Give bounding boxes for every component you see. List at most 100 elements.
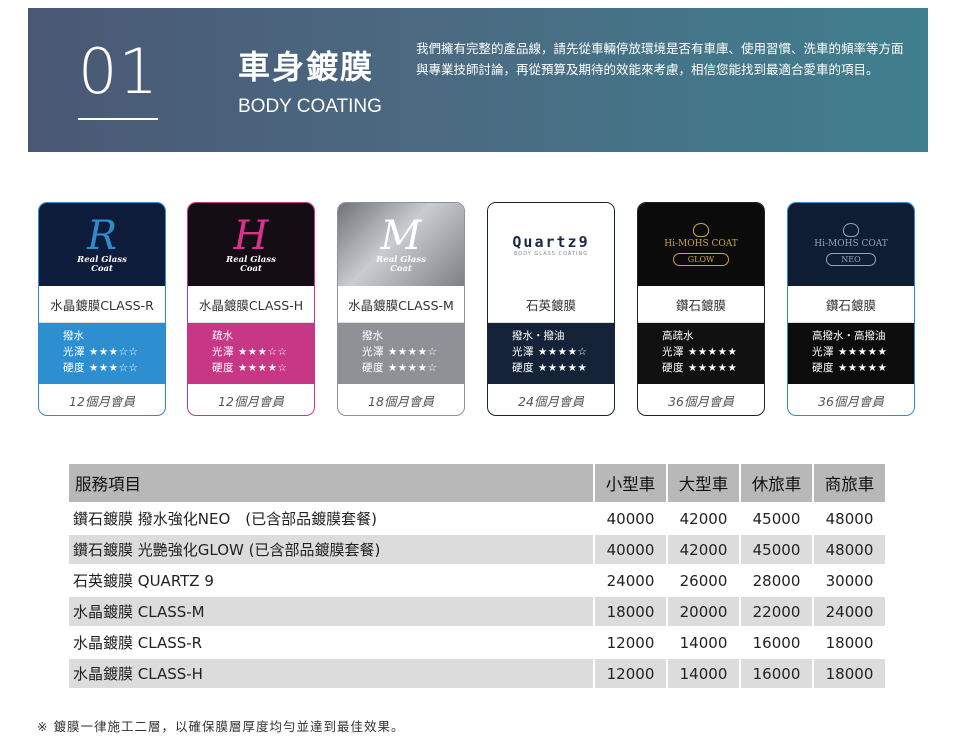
product-name: 鑽石鍍膜 [638,286,764,323]
section-title-en: BODY COATING [238,96,382,117]
spec-hardness: 硬度 ★★★☆☆ [63,362,139,374]
spec-property: 高疏水 [662,330,694,342]
header-large-car: 大型車 [668,464,739,502]
membership-label: 36個月會員 [818,394,884,409]
header-banner: 01 車身鍍膜 BODY COATING 我們擁有完整的產品線，請先從車輛停放環… [28,8,928,152]
logo-text: NEO [826,253,876,266]
logo-text-coat: Coat [91,263,113,274]
product-logo: H Real Glass Coat [188,203,314,286]
logo-text-coat: Coat [240,263,262,274]
product-cards: R Real Glass Coat 水晶鍍膜CLASS-R 撥水光澤 ★★★☆☆ 硬度 ★… [38,202,918,416]
table-row: 石英鍍膜 QUARTZ 9 24000 26000 28000 30000 [69,566,885,595]
price-cell: 45000 [741,504,812,533]
logo-mark: Quartz9 [512,232,590,251]
price-cell: 42000 [668,504,739,533]
product-card[interactable]: Hi-MOHS COAT GLOW 鑽石鍍膜高疏水光澤 ★★★★★ 硬度 ★★★★★ 3… [637,202,765,416]
logo-mark: H [233,212,269,259]
logo-mark: R [86,212,118,259]
product-card[interactable]: Quartz9 BODY GLASS COATING 石英鍍膜 撥水・撥油 光澤 ★★★… [487,202,615,416]
product-name: 水晶鍍膜CLASS-M [338,286,464,323]
section-title-zh: 車身鍍膜 [238,48,375,86]
spec-gloss: 光澤 ★★★☆☆ [63,346,139,358]
product-card[interactable]: Hi-MOHS COAT NEO 鑽石鍍膜高撥水・高撥油 光澤 ★★★★★ 硬度 ★★★… [787,202,915,416]
product-logo: Quartz9 BODY GLASS COATING [488,203,614,286]
price-cell: 48000 [814,535,885,564]
spec-hardness: 硬度 ★★★★☆ [362,362,438,374]
logo-mark: Hi-MOHS COAT [664,239,738,249]
logo-text-coat: Coat [390,263,412,274]
price-cell: 16000 [741,659,812,688]
price-table: 服務項目 小型車 大型車 休旅車 商旅車 鑽石鍍膜 撥水強化NEO (已含部品鍍… [67,462,887,690]
service-name-cell: 水晶鍍膜 CLASS-M [69,597,593,626]
table-row: 水晶鍍膜 CLASS-M 18000 20000 22000 24000 [69,597,885,626]
table-row: 水晶鍍膜 CLASS-H 12000 14000 16000 18000 [69,659,885,688]
price-cell: 18000 [814,659,885,688]
table-row: 鑽石鍍膜 撥水強化NEO (已含部品鍍膜套餐) 40000 42000 45000 48… [69,504,885,533]
logo-text: GLOW [672,253,730,266]
price-cell: 42000 [668,535,739,564]
price-cell: 18000 [814,628,885,657]
price-cell: 30000 [814,566,885,595]
service-name-cell: 鑽石鍍膜 光艷強化GLOW (已含部品鍍膜套餐) [69,535,593,564]
product-logo: M Real Glass Coat [338,203,464,286]
price-cell: 18000 [595,597,666,626]
price-cell: 28000 [741,566,812,595]
price-table-container: 服務項目 小型車 大型車 休旅車 商旅車 鑽石鍍膜 撥水強化NEO (已含部品鍍… [67,462,887,690]
spec-property: 撥水 [362,330,383,342]
price-cell: 16000 [741,628,812,657]
price-cell: 14000 [668,628,739,657]
spec-hardness: 硬度 ★★★★★ [812,362,888,374]
product-logo: Hi-MOHS COAT NEO [788,203,914,286]
product-spec: 撥水・撥油 光澤 ★★★★☆ 硬度 ★★★★★ [488,323,614,384]
spec-gloss: 光澤 ★★★★★ [812,346,888,358]
product-spec: 撥水光澤 ★★★★☆ 硬度 ★★★★☆ [338,323,464,384]
crest-icon [843,223,859,237]
header-van: 商旅車 [814,464,885,502]
spec-gloss: 光澤 ★★★★☆ [362,346,438,358]
membership-label: 18個月會員 [368,394,434,409]
price-cell: 24000 [595,566,666,595]
product-card[interactable]: R Real Glass Coat 水晶鍍膜CLASS-R 撥水光澤 ★★★☆☆ 硬度 ★… [38,202,166,416]
product-spec: 撥水光澤 ★★★☆☆ 硬度 ★★★☆☆ [39,323,165,384]
price-cell: 22000 [741,597,812,626]
membership-label: 12個月會員 [69,394,135,409]
spec-property: 高撥水・高撥油 [812,330,886,342]
product-name: 鑽石鍍膜 [788,286,914,323]
spec-property: 撥水・撥油 [512,330,565,342]
product-logo: Hi-MOHS COAT GLOW [638,203,764,286]
spec-gloss: 光澤 ★★★☆☆ [212,346,288,358]
footnote: ※ 鍍膜一律施工二層，以確保膜層厚度均勻並達到最佳效果。 [37,719,405,734]
header-service: 服務項目 [69,464,593,502]
product-spec: 疏水 光澤 ★★★☆☆ 硬度 ★★★★☆ [188,323,314,384]
header-small-car: 小型車 [595,464,666,502]
logo-mark: M [380,212,422,259]
product-card[interactable]: H Real Glass Coat 水晶鍍膜CLASS-H 疏水 光澤 ★★★☆☆ 硬度 ★… [187,202,315,416]
section-number: 01 [78,35,159,108]
price-cell: 12000 [595,628,666,657]
price-cell: 20000 [668,597,739,626]
product-logo: R Real Glass Coat [39,203,165,286]
membership-label: 36個月會員 [668,394,734,409]
spec-hardness: 硬度 ★★★★★ [662,362,738,374]
spec-hardness: 硬度 ★★★★★ [512,362,588,374]
crest-icon [693,223,709,237]
price-cell: 12000 [595,659,666,688]
price-cell: 40000 [595,535,666,564]
spec-gloss: 光澤 ★★★★★ [662,346,738,358]
price-cell: 26000 [668,566,739,595]
product-name: 水晶鍍膜CLASS-R [39,286,165,323]
price-cell: 48000 [814,504,885,533]
service-name-cell: 鑽石鍍膜 撥水強化NEO (已含部品鍍膜套餐) [69,504,593,533]
spec-property: 撥水 [63,330,84,342]
price-table-header-row: 服務項目 小型車 大型車 休旅車 商旅車 [69,464,885,502]
section-number-underline [78,118,158,120]
membership-label: 24個月會員 [518,394,584,409]
price-cell: 40000 [595,504,666,533]
header-suv: 休旅車 [741,464,812,502]
logo-mark: Hi-MOHS COAT [814,239,888,249]
price-cell: 14000 [668,659,739,688]
product-card[interactable]: M Real Glass Coat 水晶鍍膜CLASS-M 撥水光澤 ★★★★☆ 硬度 ★… [337,202,465,416]
spec-property: 疏水 [212,330,233,342]
service-name-cell: 水晶鍍膜 CLASS-R [69,628,593,657]
price-cell: 45000 [741,535,812,564]
